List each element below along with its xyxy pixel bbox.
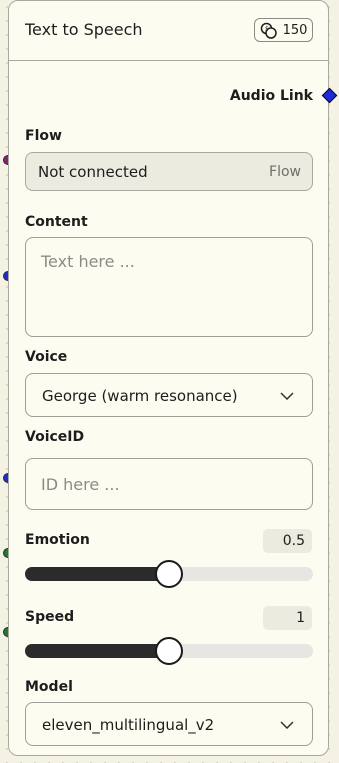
speed-label: Speed [25,609,75,625]
flow-label: Flow [25,128,62,144]
voiceid-label: VoiceID [25,429,85,445]
emotion-label: Emotion [25,532,90,548]
content-label: Content [25,214,88,230]
voice-select[interactable]: George (warm resonance) [25,373,313,417]
coins-icon: $ [260,22,277,39]
flow-field: Not connected Flow [25,152,313,191]
model-label: Model [25,679,73,695]
voiceid-placeholder: ID here ... [41,475,120,494]
text-to-speech-node[interactable]: Text to Speech $ 150 Audio Link Flow Not… [8,0,329,756]
chevron-down-icon [280,392,294,400]
content-placeholder: Text here ... [41,252,135,271]
chevron-down-icon [280,721,294,729]
speed-slider-fill [25,644,169,658]
voiceid-input[interactable]: ID here ... [25,458,313,510]
cost-badge: $ 150 [254,18,313,42]
voice-label: Voice [25,349,68,365]
content-textarea[interactable]: Text here ... [25,237,313,337]
voice-value: George (warm resonance) [42,387,238,405]
node-header: Text to Speech $ 150 [9,1,328,61]
speed-slider[interactable] [25,637,313,665]
node-title: Text to Speech [25,20,143,39]
svg-text:$: $ [265,25,269,32]
model-select[interactable]: eleven_multilingual_v2 [25,702,313,746]
emotion-slider-fill [25,567,169,581]
emotion-value[interactable]: 0.5 [263,529,312,553]
speed-value[interactable]: 1 [263,606,312,630]
audio-link-output-label: Audio Link [229,88,313,104]
cost-value: 150 [282,22,308,38]
speed-slider-thumb[interactable] [155,637,183,665]
flow-value: Not connected [38,163,148,181]
emotion-slider[interactable] [25,560,313,588]
emotion-slider-thumb[interactable] [155,560,183,588]
model-value: eleven_multilingual_v2 [42,716,215,734]
flow-type-hint: Flow [269,164,301,180]
